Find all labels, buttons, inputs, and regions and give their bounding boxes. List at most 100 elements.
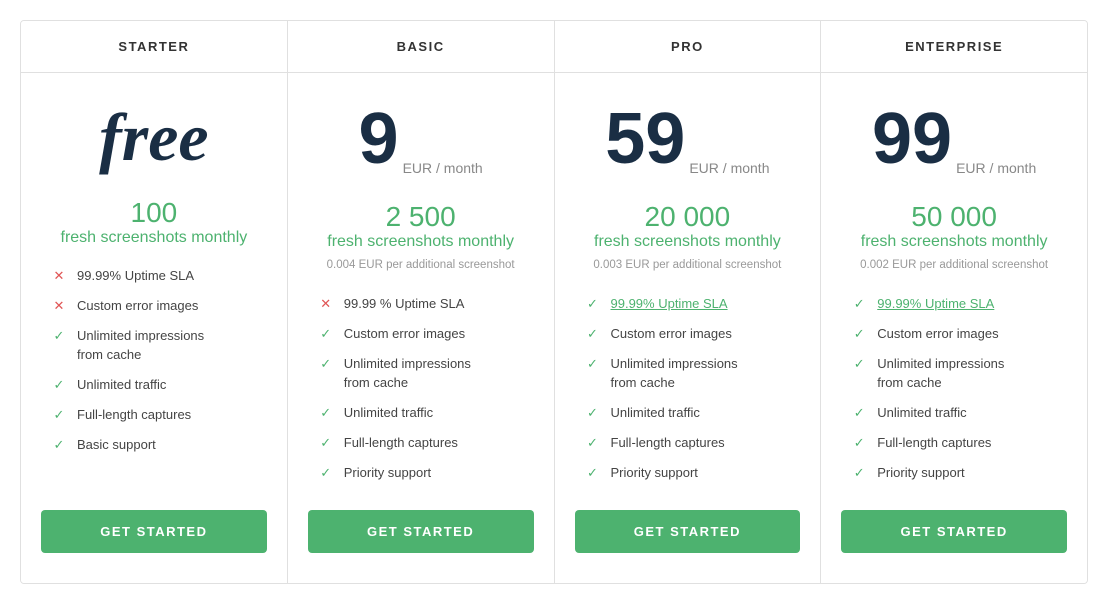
feature-item: ✓Custom error images [585,325,791,343]
feature-item: ✓Full-length captures [51,406,257,424]
feature-item: ✕ Custom error images [51,297,257,315]
feature-item: ✓Unlimited traffic [585,404,791,422]
feature-text: Unlimited impressionsfrom cache [344,355,471,391]
feature-item: ✓Priority support [318,464,524,482]
feature-item: ✓ Full-length captures [318,434,524,452]
plan-screenshots-label-starter: fresh screenshots monthly [61,229,248,247]
feature-text: Unlimited traffic [344,404,433,422]
feature-text: Priority support [877,464,964,482]
plan-header-starter: STARTER [21,21,287,73]
check-icon: ✓ [851,356,867,372]
feature-text: Full-length captures [611,434,725,452]
plan-price-row-enterprise: 99 EUR / month [841,103,1067,175]
plan-card-enterprise: ENTERPRISE 99 EUR / month 50 000fresh scree… [821,21,1087,583]
feature-item: ✓ Custom error images [851,325,1057,343]
plan-screenshots-label-pro: fresh screenshots monthly [594,233,781,251]
plan-additional-note-basic: 0.004 EUR per additional screenshot [307,255,535,279]
cross-icon: ✕ [51,298,67,314]
check-icon: ✓ [851,405,867,421]
feature-text: 99.99 % Uptime SLA [344,295,465,313]
feature-text: Basic support [77,436,156,454]
plan-card-basic: BASIC9EUR / month2 500fresh screenshots … [288,21,555,583]
feature-text: Priority support [611,464,698,482]
check-icon: ✓ [585,465,601,481]
feature-item: ✕ 99.99 % Uptime SLA [318,295,524,313]
feature-text: Full-length captures [877,434,991,452]
cross-icon: ✕ [51,268,67,284]
cross-icon: ✕ [318,296,334,312]
plan-screenshots-count-basic: 2 500 [327,201,514,233]
feature-item: ✓ Priority support [851,464,1057,482]
plan-header-pro: PRO [555,21,821,73]
feature-item: ✓Custom error images [318,325,524,343]
plan-price-unit-enterprise: EUR / month [956,161,1036,175]
plan-additional-note-enterprise: 0.002 EUR per additional screenshot [840,255,1068,279]
feature-text: Custom error images [77,297,198,315]
plan-additional-note-pro: 0.003 EUR per additional screenshot [573,255,801,279]
feature-item: ✓Unlimited traffic [318,404,524,422]
feature-item: ✓ Unlimited impressionsfrom cache [585,355,791,391]
plan-features-list-basic: ✕99.99 % Uptime SLA✓Custom error images✓… [288,279,554,510]
check-icon: ✓ [51,407,67,423]
plan-price-section-pro: 59 EUR / month [555,73,821,185]
feature-text: Priority support [344,464,431,482]
feature-text: 99.99% Uptime SLA [611,295,728,313]
feature-text: Full-length captures [344,434,458,452]
check-icon: ✓ [585,435,601,451]
plan-card-starter: STARTER free 100fresh screenshots monthly ✕… [21,21,288,583]
plan-price-unit-pro: EUR / month [689,161,769,175]
plan-price-free-starter: free [41,103,267,171]
plan-screenshots-pro: 20 000fresh screenshots monthly [574,185,801,255]
check-icon: ✓ [51,437,67,453]
check-icon: ✓ [318,435,334,451]
feature-text: Unlimited traffic [611,404,700,422]
cta-button-starter[interactable]: GET STARTED [41,510,267,553]
feature-item: ✓ Unlimited impressionsfrom cache [318,355,524,391]
plan-screenshots-count-pro: 20 000 [594,201,781,233]
feature-text: Unlimited impressionsfrom cache [877,355,1004,391]
check-icon: ✓ [585,296,601,312]
check-icon: ✓ [851,296,867,312]
plan-screenshots-count-enterprise: 50 000 [861,201,1048,233]
feature-item: ✓ Unlimited traffic [51,376,257,394]
feature-item: ✓Unlimited impressionsfrom cache [51,327,257,363]
check-icon: ✓ [51,328,67,344]
cta-button-enterprise[interactable]: GET STARTED [841,510,1067,553]
feature-text: Unlimited traffic [77,376,166,394]
check-icon: ✓ [851,465,867,481]
feature-item: ✓ Priority support [585,464,791,482]
plan-screenshots-label-enterprise: fresh screenshots monthly [861,233,1048,251]
check-icon: ✓ [585,356,601,372]
plan-header-basic: BASIC [288,21,554,73]
feature-text: Unlimited traffic [877,404,966,422]
feature-text: Unlimited impressionsfrom cache [611,355,738,391]
feature-item: ✓ 99.99% Uptime SLA [585,295,791,313]
plan-screenshots-starter: 100fresh screenshots monthly [41,181,268,251]
plan-price-number-basic: 9 [359,103,399,175]
feature-item: ✓ Basic support [51,436,257,454]
cta-button-basic[interactable]: GET STARTED [308,510,534,553]
plan-price-number-enterprise: 99 [872,103,952,175]
feature-text: 99.99% Uptime SLA [877,295,994,313]
plan-screenshots-enterprise: 50 000fresh screenshots monthly [841,185,1068,255]
plan-screenshots-basic: 2 500fresh screenshots monthly [307,185,534,255]
plan-screenshots-label-basic: fresh screenshots monthly [327,233,514,251]
plan-card-pro: PRO 59 EUR / month 20 000fresh screenshots … [555,21,822,583]
check-icon: ✓ [851,435,867,451]
check-icon: ✓ [318,326,334,342]
pricing-table: STARTER free 100fresh screenshots monthly ✕… [20,20,1088,584]
feature-item: ✓ Full-length captures [851,434,1057,452]
feature-item: ✓ Unlimited traffic [851,404,1057,422]
cta-button-pro[interactable]: GET STARTED [575,510,801,553]
check-icon: ✓ [318,356,334,372]
check-icon: ✓ [51,377,67,393]
check-icon: ✓ [851,326,867,342]
plan-header-enterprise: ENTERPRISE [821,21,1087,73]
plan-price-number-pro: 59 [605,103,685,175]
feature-text: 99.99% Uptime SLA [77,267,194,285]
check-icon: ✓ [585,326,601,342]
plan-price-row-pro: 59 EUR / month [575,103,801,175]
plan-features-list-pro: ✓99.99% Uptime SLA✓Custom error images✓U… [555,279,821,510]
feature-item: ✕ 99.99% Uptime SLA [51,267,257,285]
feature-text: Custom error images [877,325,998,343]
